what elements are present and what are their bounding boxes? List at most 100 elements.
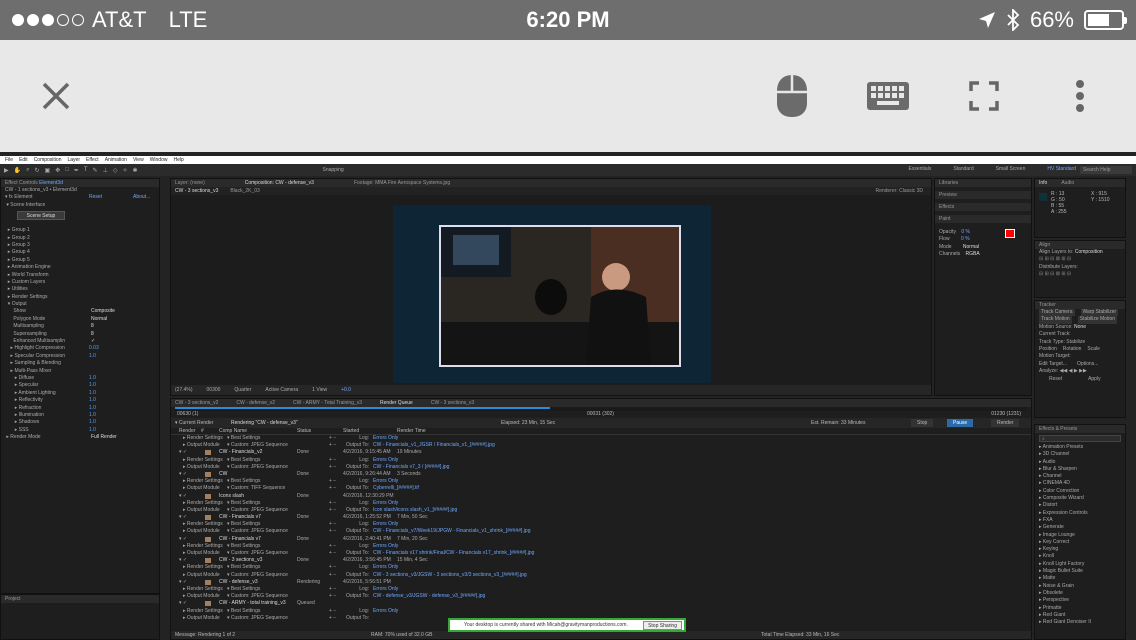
workspace-essentials[interactable]: Essentials bbox=[909, 166, 932, 172]
timeline-tab-3-sections-v3[interactable]: CW - 3 sections_v3 bbox=[431, 399, 474, 407]
render-queue-subrow[interactable]: ▸ Render Settings ▾ Best Settings + − Log: E… bbox=[171, 457, 1031, 464]
paint-channels[interactable]: Channels RGBA bbox=[935, 251, 1031, 258]
effects-category-item[interactable]: ▸ Magic Bullet Suite bbox=[1035, 568, 1125, 575]
effect-group-row[interactable]: ▾ Output bbox=[1, 301, 159, 308]
output-property-row[interactable]: Supersampling 8 bbox=[1, 331, 159, 338]
camera-dropdown[interactable]: Active Camera bbox=[265, 387, 298, 393]
render-queue-subrow[interactable]: ▸ Render Settings ▾ Best Settings + − Log: E… bbox=[171, 543, 1031, 550]
mixer-property-row[interactable]: ▸ Specular 1.0 bbox=[1, 382, 159, 389]
effect-group-row[interactable]: ▸ World Transform bbox=[1, 272, 159, 279]
roto-tool-icon[interactable]: ✧ bbox=[122, 167, 127, 174]
scene-setup-button[interactable]: Scene Setup bbox=[17, 211, 65, 221]
foreground-color-swatch[interactable] bbox=[1005, 229, 1015, 238]
analyze-row[interactable]: Analyze: ◀◀ ◀ ▶ ▶▶ bbox=[1035, 368, 1125, 375]
mixer-property-row[interactable]: ▸ SSS 1.0 bbox=[1, 427, 159, 434]
effects-category-item[interactable]: ▸ Red Giant Denoiser II bbox=[1035, 619, 1125, 626]
render-queue-subrow[interactable]: ▸ Output Module ▾ Custom: JPEG Sequence + … bbox=[171, 593, 1031, 600]
effect-group-row[interactable]: ▸ Animation Engine bbox=[1, 264, 159, 271]
workspace-standard[interactable]: Standard bbox=[953, 166, 973, 172]
type-tool-icon[interactable]: T bbox=[84, 167, 88, 173]
effect-element-row[interactable]: ▾ fx Element Reset About... bbox=[1, 194, 159, 201]
footage-tab[interactable]: Footage: MMA Fire Aerospace Systems.jpg bbox=[354, 179, 450, 187]
workspace-hv-standard[interactable]: HV Standard bbox=[1047, 166, 1076, 172]
zoom-dropdown[interactable]: (27.4%) bbox=[175, 387, 193, 393]
output-property-row[interactable]: ▸ Sampling & Blending bbox=[1, 360, 159, 367]
effects-category-item[interactable]: ▸ CINEMA 4D bbox=[1035, 480, 1125, 487]
comp-viewer-canvas[interactable] bbox=[393, 205, 711, 383]
subtab-black[interactable]: Black_2K_03 bbox=[230, 187, 259, 195]
stamp-tool-icon[interactable]: ⊥ bbox=[103, 167, 108, 174]
effects-category-item[interactable]: ▸ Noise & Grain bbox=[1035, 583, 1125, 590]
snapping-label[interactable]: Snapping bbox=[323, 167, 344, 173]
effects-category-item[interactable]: ▸ Knoll bbox=[1035, 553, 1125, 560]
menu-file[interactable]: File bbox=[5, 156, 13, 164]
resolution-dropdown[interactable]: Quarter bbox=[234, 387, 251, 393]
render-queue-subrow[interactable]: ▸ Render Settings ▾ Best Settings + − Log: E… bbox=[171, 435, 1031, 442]
menu-help[interactable]: Help bbox=[173, 156, 183, 164]
render-queue-tab[interactable]: Render Queue bbox=[380, 399, 413, 407]
tracker-tab[interactable]: Tracker bbox=[1035, 301, 1125, 309]
current-track-row[interactable]: Current Track: bbox=[1035, 331, 1125, 338]
paint-mode[interactable]: Mode Normal bbox=[935, 244, 1031, 251]
render-button[interactable]: Render bbox=[991, 419, 1020, 427]
libraries-tab[interactable]: Libraries bbox=[935, 179, 1031, 187]
pan-tool-icon[interactable]: ✥ bbox=[55, 167, 60, 174]
render-queue-subrow[interactable]: ▸ Render Settings ▾ Best Settings + − Log: E… bbox=[171, 500, 1031, 507]
selection-tool-icon[interactable]: ▶ bbox=[4, 167, 9, 174]
render-queue-subrow[interactable]: ▸ Output Module ▾ Custom: JPEG Sequence + … bbox=[171, 550, 1031, 557]
mixer-property-row[interactable]: ▸ Refraction 1.0 bbox=[1, 405, 159, 412]
stop-button[interactable]: Stop bbox=[911, 419, 934, 427]
eraser-tool-icon[interactable]: ◇ bbox=[113, 167, 118, 174]
menu-animation[interactable]: Animation bbox=[105, 156, 127, 164]
menu-view[interactable]: View bbox=[133, 156, 144, 164]
timeline-tab-army[interactable]: CW - ARMY - Total Training_v3 bbox=[293, 399, 362, 407]
audio-tab[interactable]: Audio bbox=[1061, 179, 1074, 187]
mouse-mode-button[interactable] bbox=[768, 72, 816, 120]
close-button[interactable] bbox=[32, 72, 80, 120]
mixer-property-row[interactable]: ▸ Shadows 1.0 bbox=[1, 419, 159, 426]
effects-category-item[interactable]: ▸ Composite Wizard bbox=[1035, 495, 1125, 502]
menu-effect[interactable]: Effect bbox=[86, 156, 99, 164]
menu-window[interactable]: Window bbox=[150, 156, 168, 164]
tracker-apply-button[interactable]: Apply bbox=[1088, 376, 1101, 383]
output-property-row[interactable]: ▸ Highlight Compression 0.03 bbox=[1, 345, 159, 352]
effects-category-item[interactable]: ▸ Perspective bbox=[1035, 597, 1125, 604]
track-options-row[interactable]: Position Rotation Scale bbox=[1035, 346, 1125, 353]
effects-category-item[interactable]: ▸ Image Lounge bbox=[1035, 532, 1125, 539]
render-queue-item[interactable]: ▾ ✓ CW - defense_v3 Rendering 4/2/2016, 5:5… bbox=[171, 579, 1031, 586]
output-property-row[interactable]: Polygon Mode Normal bbox=[1, 316, 159, 323]
timeline-tab-3-sections-v2[interactable]: CW - 3 sections_v2 bbox=[175, 399, 218, 407]
effects-presets-tab[interactable]: Effects & Presets bbox=[1035, 425, 1125, 433]
output-property-row[interactable]: Enhanced Multisamplin ✓ bbox=[1, 338, 159, 345]
render-queue-item[interactable]: ▾ ✓ CW Done 4/2/2016, 9:26:44 AM 3 Seconds bbox=[171, 471, 1031, 478]
render-queue-subrow[interactable]: ▸ Output Module ▾ Custom: TIFF Sequence + … bbox=[171, 485, 1031, 492]
stop-sharing-button[interactable]: Stop Sharing bbox=[643, 621, 682, 630]
output-property-row[interactable]: Multisampling 8 bbox=[1, 323, 159, 330]
effects-category-item[interactable]: ▸ Keying bbox=[1035, 546, 1125, 553]
effect-group-row[interactable]: ▸ Group 4 bbox=[1, 249, 159, 256]
effect-group-row[interactable]: ▸ Group 2 bbox=[1, 235, 159, 242]
effects-category-item[interactable]: ▸ Generate bbox=[1035, 524, 1125, 531]
effect-group-row[interactable]: ▸ Group 5 bbox=[1, 257, 159, 264]
render-queue-subrow[interactable]: ▸ Render Settings ▾ Best Settings + − Log: E… bbox=[171, 564, 1031, 571]
effects-category-item[interactable]: ▸ Matte bbox=[1035, 575, 1125, 582]
keyboard-button[interactable] bbox=[864, 72, 912, 120]
menu-composition[interactable]: Composition bbox=[34, 156, 62, 164]
fullscreen-button[interactable] bbox=[960, 72, 1008, 120]
effects-category-item[interactable]: ▸ Channel bbox=[1035, 473, 1125, 480]
effect-controls-tab[interactable]: Effect Controls Element3d bbox=[1, 179, 159, 187]
timeline-tab-defense-v2[interactable]: CW - defense_v2 bbox=[236, 399, 275, 407]
effects-category-item[interactable]: ▸ Blur & Sharpen bbox=[1035, 466, 1125, 473]
edit-target-button[interactable]: Edit Target... bbox=[1039, 361, 1067, 368]
mask-tool-icon[interactable]: □ bbox=[65, 167, 69, 173]
info-tab[interactable]: Info bbox=[1039, 179, 1047, 187]
paint-tab[interactable]: Paint bbox=[935, 215, 1031, 223]
render-queue-item[interactable]: ▾ ✓ CW - 3 sections_v3 Done 4/2/2016, 3:56:… bbox=[171, 557, 1031, 564]
options-button[interactable]: Options... bbox=[1077, 361, 1098, 368]
menu-edit[interactable]: Edit bbox=[19, 156, 28, 164]
effects-category-item[interactable]: ▸ Knoll Light Factory bbox=[1035, 561, 1125, 568]
effect-group-row[interactable]: ▸ Custom Layers bbox=[1, 279, 159, 286]
effects-category-item[interactable]: ▸ Key Correct bbox=[1035, 539, 1125, 546]
render-queue-item[interactable]: ▾ ✓ CW - Financials v7 Done 4/2/2016, 1:25:… bbox=[171, 514, 1031, 521]
composition-tab[interactable]: Composition: CW - defense_v3 bbox=[245, 179, 314, 187]
